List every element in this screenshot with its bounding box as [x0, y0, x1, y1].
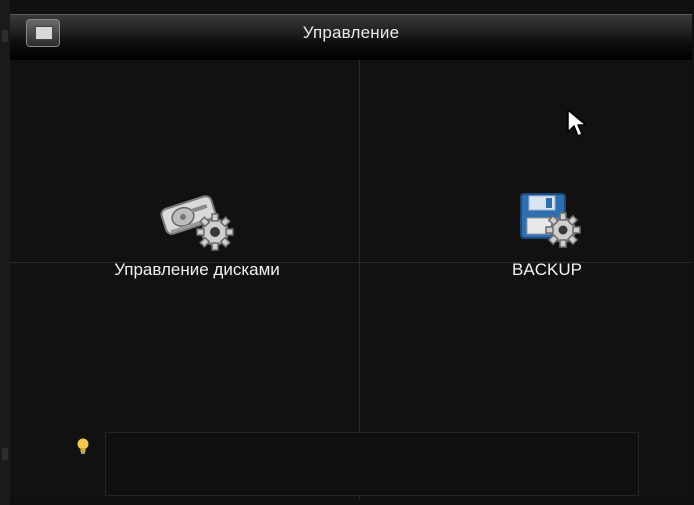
- page-title: Управление: [302, 23, 400, 42]
- edge-mark: [2, 30, 8, 42]
- left-edge: [0, 0, 10, 505]
- edge-mark: [2, 448, 8, 460]
- management-screen: Управление Управление дисками BACKUP: [0, 0, 694, 505]
- backup-gear-icon: [520, 193, 581, 248]
- backup-tile[interactable]: BACKUP: [422, 180, 672, 300]
- title-bar: Управление: [10, 14, 692, 60]
- mouse-cursor-icon: [567, 109, 587, 137]
- lightbulb-icon: [77, 438, 89, 454]
- disk-management-tile[interactable]: Управление дисками: [72, 180, 322, 300]
- hdd-gear-icon: [160, 195, 234, 251]
- tip-text-area: [105, 432, 639, 496]
- disk-management-label: Управление дисками: [114, 260, 280, 279]
- backup-label: BACKUP: [512, 260, 582, 279]
